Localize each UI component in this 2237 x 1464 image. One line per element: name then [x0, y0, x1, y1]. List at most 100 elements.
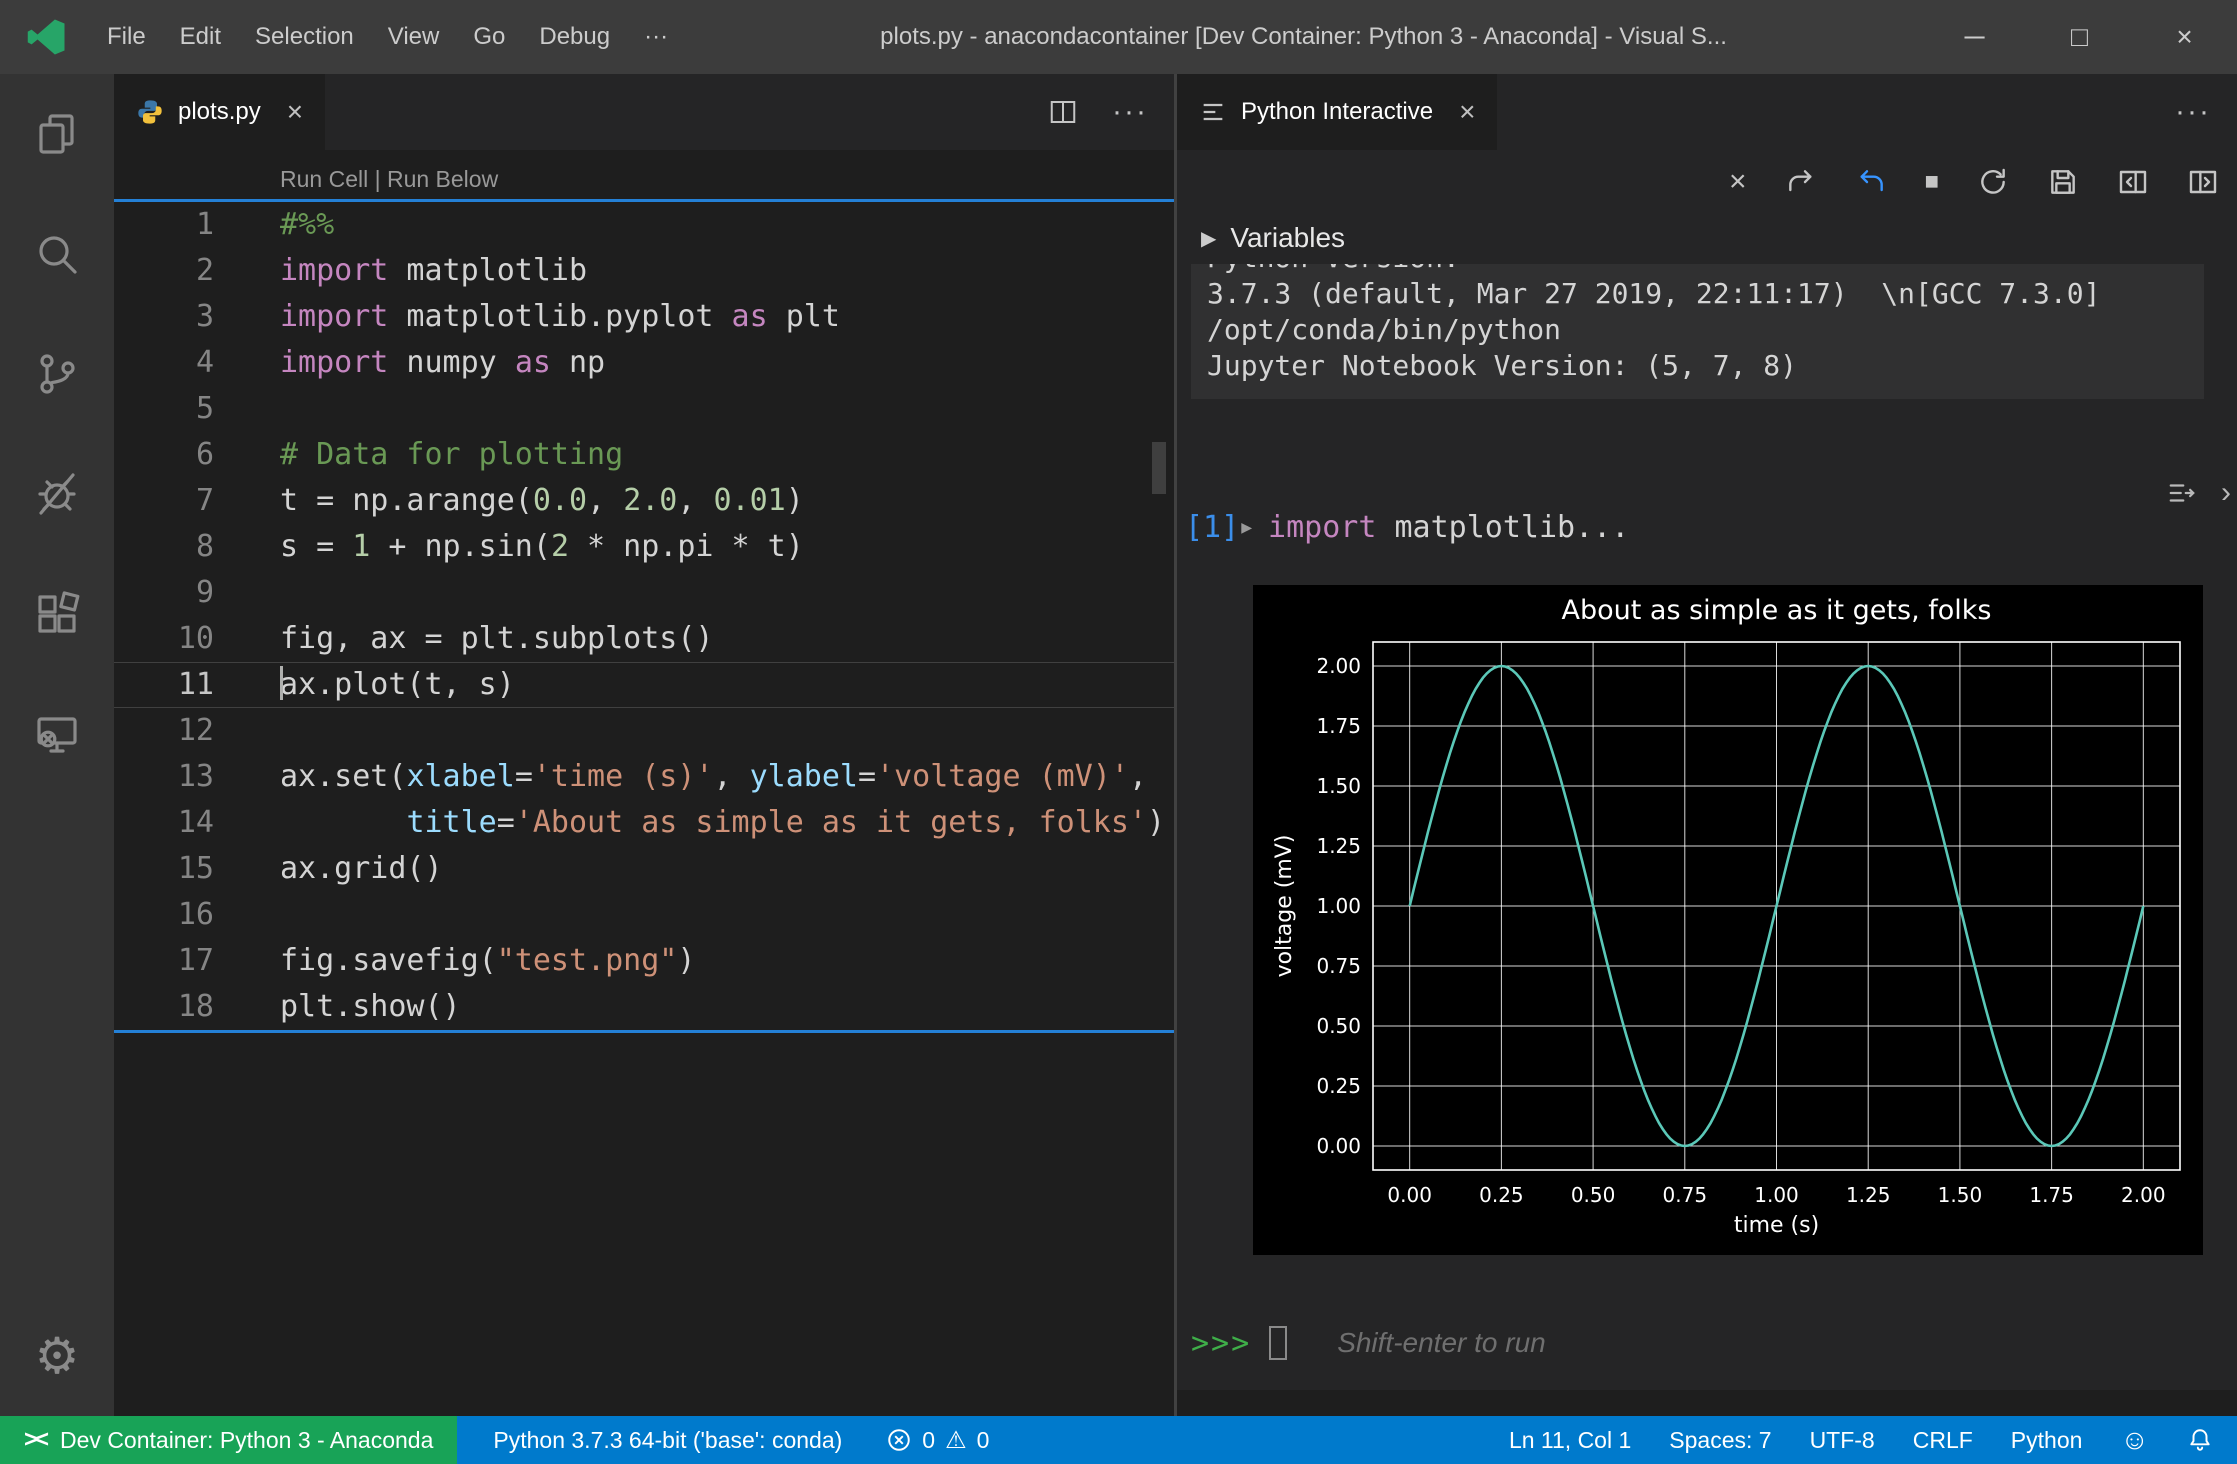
kernel-output-text: Python Version: 3.7.3 (default, Mar 27 2… — [1207, 264, 2101, 382]
more-actions-icon[interactable]: ··· — [2175, 95, 2211, 129]
tab-close-icon[interactable]: × — [1459, 96, 1475, 128]
code-line[interactable]: 14 title='About as simple as it gets, fo… — [114, 800, 1174, 846]
title-bar: File Edit Selection View Go Debug ··· pl… — [0, 0, 2237, 74]
code-lines: 1 #%% 2 import matplotlib 3 import matplotlib… — [114, 202, 1174, 1030]
svg-text:0.25: 0.25 — [1316, 1074, 1361, 1098]
save-notebook-icon[interactable] — [2047, 166, 2079, 198]
prompt-symbol: >>> — [1191, 1325, 1252, 1361]
status-bar: >< Dev Container: Python 3 - Anaconda Py… — [0, 1416, 2237, 1464]
code-line[interactable]: 18 plt.show() — [114, 984, 1174, 1030]
notifications-bell-icon[interactable] — [2187, 1427, 2213, 1453]
line-number: 15 — [177, 851, 214, 886]
menu-edit[interactable]: Edit — [163, 23, 238, 51]
tab-label: Python Interactive — [1241, 98, 1434, 125]
menu-go[interactable]: Go — [456, 23, 522, 51]
cancel-icon[interactable]: × — [1729, 167, 1747, 197]
code-editor[interactable]: Run Cell | Run Below 1 #%% 2 import matplot… — [114, 150, 1174, 1416]
tab-plots-py[interactable]: plots.py × — [114, 74, 326, 150]
code-line[interactable]: 3 import matplotlib.pyplot as plt — [114, 294, 1174, 340]
maximize-button[interactable]: □ — [2027, 0, 2132, 74]
error-icon — [886, 1427, 912, 1453]
line-number: 10 — [177, 621, 214, 656]
code-line[interactable]: 13 ax.set(xlabel='time (s)', ylabel='volt… — [114, 754, 1174, 800]
move-view-right-icon[interactable] — [2187, 166, 2219, 198]
line-number: 9 — [195, 575, 214, 610]
code-line[interactable]: 2 import matplotlib — [114, 248, 1174, 294]
split-editor-icon[interactable] — [1048, 97, 1078, 127]
indent-indicator[interactable]: Spaces: 7 — [1669, 1427, 1771, 1454]
panel-bottom-scrollbar[interactable] — [1177, 1390, 2237, 1416]
code-text: import numpy as np — [280, 345, 606, 380]
interactive-window-icon — [1199, 98, 1227, 126]
debug-disabled-icon[interactable] — [0, 434, 114, 554]
encoding-indicator[interactable]: UTF-8 — [1810, 1427, 1875, 1454]
code-text: t = np.arange(0.0, 2.0, 0.01) — [280, 483, 804, 518]
collapse-all-icon[interactable] — [2167, 478, 2197, 508]
input-placeholder: Shift-enter to run — [1337, 1327, 1546, 1358]
code-text: ax.plot(t, s) — [280, 665, 515, 702]
extensions-icon[interactable] — [0, 554, 114, 674]
cell-code: import matplotlib... — [1268, 510, 1630, 545]
code-line[interactable]: 7 t = np.arange(0.0, 2.0, 0.01) — [114, 478, 1174, 524]
svg-text:0.75: 0.75 — [1316, 954, 1361, 978]
editor-actions: ··· — [1048, 74, 1174, 150]
code-line[interactable]: 15 ax.grid() — [114, 846, 1174, 892]
tab-python-interactive[interactable]: Python Interactive × — [1177, 74, 1498, 150]
code-line[interactable]: 4 import numpy as np — [114, 340, 1174, 386]
window-title: plots.py - anacondacontainer [Dev Contai… — [880, 23, 1727, 50]
python-interpreter[interactable]: Python 3.7.3 64-bit ('base': conda) — [493, 1427, 842, 1454]
eol-indicator[interactable]: CRLF — [1913, 1427, 1973, 1454]
line-number: 6 — [195, 437, 214, 472]
more-actions-icon[interactable]: ··· — [1112, 95, 1148, 129]
code-line[interactable]: 16 — [114, 892, 1174, 938]
move-view-left-icon[interactable] — [2117, 166, 2149, 198]
code-line[interactable]: 12 — [114, 708, 1174, 754]
interrupt-kernel-icon[interactable]: ■ — [1925, 170, 1940, 194]
language-indicator[interactable]: Python — [2011, 1427, 2083, 1454]
undo-icon[interactable] — [1855, 166, 1887, 198]
line-number: 14 — [177, 805, 214, 840]
problems-indicator[interactable]: 0 ⚠ 0 — [886, 1426, 989, 1455]
variables-section-header[interactable]: ▶ Variables — [1201, 222, 1345, 254]
menu-file[interactable]: File — [90, 23, 163, 51]
code-line[interactable]: 11 ax.plot(t, s) — [114, 662, 1174, 708]
code-text: s = 1 + np.sin(2 * np.pi * t) — [280, 529, 804, 564]
run-cell-codelens[interactable]: Run Cell | Run Below — [280, 166, 1174, 193]
code-line[interactable]: 9 — [114, 570, 1174, 616]
overflow-chevron-icon[interactable]: › — [2221, 476, 2231, 510]
close-button[interactable]: × — [2132, 0, 2237, 74]
code-line[interactable]: 1 #%% — [114, 202, 1174, 248]
redo-icon[interactable] — [1785, 166, 1817, 198]
explorer-icon[interactable] — [0, 74, 114, 194]
kernel-output-block[interactable]: Python Version: 3.7.3 (default, Mar 27 2… — [1191, 264, 2204, 399]
menu-more[interactable]: ··· — [627, 23, 685, 51]
editor-scrollbar[interactable] — [1152, 442, 1166, 494]
source-control-icon[interactable] — [0, 314, 114, 434]
settings-gear-icon[interactable]: ⚙ — [0, 1296, 114, 1416]
executed-cell-row[interactable]: [1] ▶ import matplotlib... — [1185, 510, 1629, 545]
minimize-button[interactable]: ─ — [1922, 0, 2027, 74]
menu-selection[interactable]: Selection — [238, 23, 371, 51]
interactive-input-row[interactable]: >>> Shift-enter to run — [1191, 1319, 1546, 1367]
tab-close-icon[interactable]: × — [287, 96, 303, 128]
menu-debug[interactable]: Debug — [522, 23, 627, 51]
code-line[interactable]: 8 s = 1 + np.sin(2 * np.pi * t) — [114, 524, 1174, 570]
line-number: 8 — [195, 529, 214, 564]
remote-label: Dev Container: Python 3 - Anaconda — [60, 1426, 434, 1453]
svg-text:1.25: 1.25 — [1316, 834, 1361, 858]
restart-kernel-icon[interactable] — [1977, 166, 2009, 198]
feedback-smiley-icon[interactable]: ☺ — [2120, 1424, 2149, 1456]
run-cell-icon[interactable]: ▶ — [1241, 517, 1252, 538]
line-col-indicator[interactable]: Ln 11, Col 1 — [1509, 1427, 1631, 1454]
menu-view[interactable]: View — [371, 23, 457, 51]
code-line[interactable]: 17 fig.savefig("test.png") — [114, 938, 1174, 984]
code-text: fig.savefig("test.png") — [280, 943, 696, 978]
code-line[interactable]: 10 fig, ax = plt.subplots() — [114, 616, 1174, 662]
search-icon[interactable] — [0, 194, 114, 314]
code-line[interactable]: 5 — [114, 386, 1174, 432]
remote-indicator[interactable]: >< Dev Container: Python 3 - Anaconda — [0, 1416, 458, 1464]
remote-explorer-icon[interactable] — [0, 674, 114, 794]
code-line[interactable]: 6 # Data for plotting — [114, 432, 1174, 478]
